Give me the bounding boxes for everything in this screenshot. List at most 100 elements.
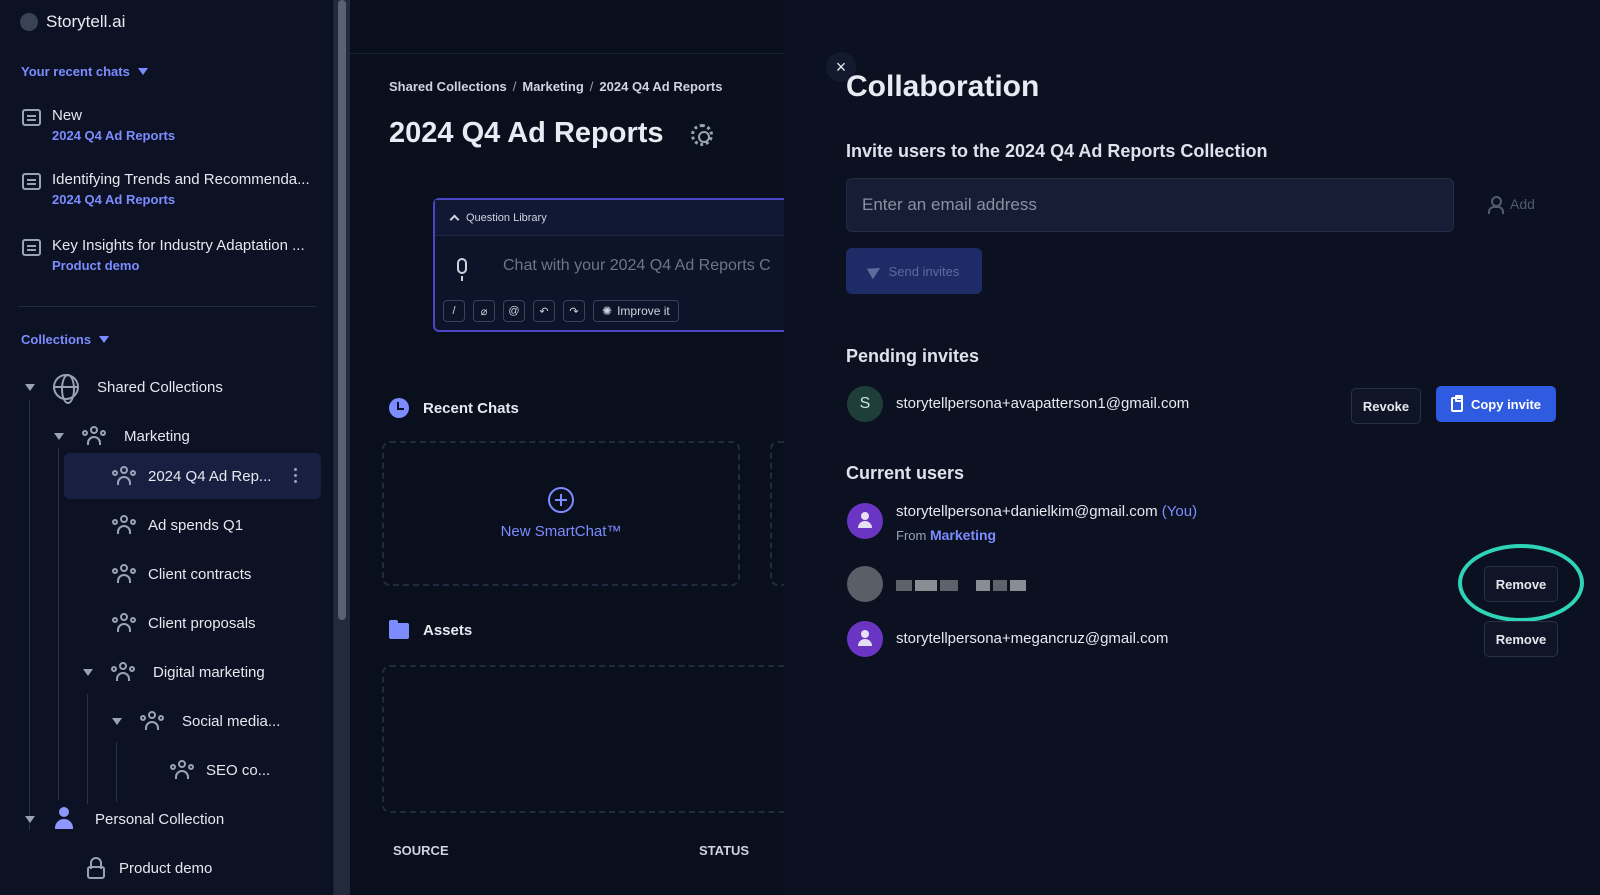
invite-heading: Invite users to the 2024 Q4 Ad Reports C… [846,141,1268,161]
email-input[interactable] [846,178,1454,232]
composer-toolbar: / ⌀ @ ↶ ↷ ✺ Improve it [443,300,679,322]
collections-heading: Collections [21,332,92,347]
caret-down-icon [137,68,148,75]
lock-icon [87,857,105,879]
caret-down-icon[interactable] [83,668,93,676]
from-prefix: From [896,528,927,543]
caret-down-icon[interactable] [25,383,35,391]
people-icon [112,514,136,536]
tree-item-label: SEO co... [206,761,271,779]
recent-chat-title: New [52,107,83,124]
sidebar: Storytell.ai Your recent chats New 2024 … [0,0,334,895]
column-header-status[interactable]: STATUS [699,843,749,858]
assets-dropzone[interactable] [382,665,784,813]
breadcrumb: Shared Collections / Marketing / 2024 Q4 Ad … [389,79,722,94]
revoke-button[interactable]: Revoke [1351,388,1421,424]
brand-logo-icon [20,13,38,31]
column-header-source[interactable]: SOURCE [393,843,449,858]
globe-icon [53,374,79,404]
attach-icon[interactable]: ⌀ [473,300,495,322]
new-smartchat-button[interactable]: New SmartChat™ [382,441,740,586]
tree-item-ad-spends[interactable]: Ad spends Q1 [112,508,243,542]
caret-down-icon[interactable] [25,815,35,823]
people-icon [112,612,136,634]
redo-icon[interactable]: ↷ [563,300,585,322]
pending-invite-email: storytellpersona+avapatterson1@gmail.com [896,395,1190,412]
add-button[interactable]: Add [1488,196,1535,214]
undo-icon[interactable]: ↶ [533,300,555,322]
user-source-link[interactable]: Marketing [930,527,996,543]
improve-it-button[interactable]: ✺ Improve it [593,300,679,322]
tree-item-client-contracts[interactable]: Client contracts [112,557,251,591]
remove-user-button[interactable]: Remove [1484,621,1558,657]
plus-circle-icon [548,487,574,513]
user-source: From Marketing [896,527,996,543]
people-icon [111,661,135,683]
recent-chat-collection[interactable]: 2024 Q4 Ad Reports [52,192,175,207]
avatar [847,566,883,602]
sidebar-scrollbar-thumb[interactable] [338,0,346,620]
redacted-user-email [896,580,1026,591]
tree-item-digital-marketing[interactable]: Digital marketing [83,655,265,689]
breadcrumb-item[interactable]: 2024 Q4 Ad Reports [599,79,722,94]
chat-input[interactable]: Chat with your 2024 Q4 Ad Reports C [503,257,771,275]
tree-item-client-proposals[interactable]: Client proposals [112,606,256,640]
clipboard-icon [1450,394,1463,412]
page-title: 2024 Q4 Ad Reports [389,117,664,149]
recent-chats-toggle[interactable]: Your recent chats [21,64,148,79]
tree-item-2024-q4-ad-reports[interactable]: 2024 Q4 Ad Rep... [112,459,271,493]
clock-icon [389,398,409,418]
recent-chat-collection[interactable]: Product demo [52,258,139,273]
tree-item-social-media[interactable]: Social media... [112,704,280,738]
people-icon [112,563,136,585]
lightbulb-icon: ✺ [602,304,613,318]
collections-toggle[interactable]: Collections [21,332,110,347]
caret-down-icon[interactable] [54,432,64,440]
microphone-icon[interactable] [457,258,467,281]
people-icon [140,710,164,732]
send-invites-button[interactable]: Send invites [846,248,982,294]
recent-chats-heading: Your recent chats [21,64,130,79]
tree-item-shared-collections[interactable]: Shared Collections [25,370,223,404]
tree-item-product-demo[interactable]: Product demo [87,851,212,885]
send-icon [866,262,883,280]
recent-chat-title: Key Insights for Industry Adaptation ... [52,237,305,254]
folder-icon [389,619,409,639]
improve-it-label: Improve it [617,304,670,318]
assets-section-header: Assets [389,619,473,639]
more-options-icon[interactable] [294,468,298,484]
panel-title: Collaboration [846,70,1040,103]
breadcrumb-item[interactable]: Marketing [522,79,583,94]
sidebar-divider [18,306,316,307]
tree-item-label: Ad spends Q1 [148,516,244,534]
you-label: (You) [1161,503,1198,520]
caret-down-icon[interactable] [112,717,122,725]
add-user-icon [1488,196,1504,214]
gear-icon[interactable] [691,124,713,146]
breadcrumb-separator: / [512,79,517,94]
tree-item-personal-collection[interactable]: Personal Collection [25,802,224,836]
pending-invites-heading: Pending invites [846,346,980,366]
tree-item-label: Digital marketing [153,663,265,681]
slash-command-icon[interactable]: / [443,300,465,322]
current-user-email: storytellpersona+danielkim@gmail.com (Yo… [896,503,1197,520]
tree-item-label: Marketing [124,427,190,445]
copy-invite-button[interactable]: Copy invite [1436,386,1556,422]
people-icon [82,425,106,447]
caret-down-icon [99,336,110,343]
tree-item-seo[interactable]: SEO co... [170,753,270,787]
tree-item-label: 2024 Q4 Ad Rep... [148,467,272,485]
recent-chat-card[interactable] [770,441,784,586]
recent-chat-collection[interactable]: 2024 Q4 Ad Reports [52,128,175,143]
breadcrumb-item[interactable]: Shared Collections [389,79,507,94]
assets-heading: Assets [423,622,473,639]
mention-icon[interactable]: @ [503,300,525,322]
brand[interactable]: Storytell.ai [20,12,125,32]
question-library-toggle[interactable]: Question Library [435,200,784,236]
avatar: S [847,386,883,422]
breadcrumb-separator: / [589,79,594,94]
tree-guide [87,694,88,804]
copy-invite-label: Copy invite [1470,396,1542,412]
tree-item-marketing[interactable]: Marketing [54,419,190,453]
chat-bubble-icon [22,109,41,126]
